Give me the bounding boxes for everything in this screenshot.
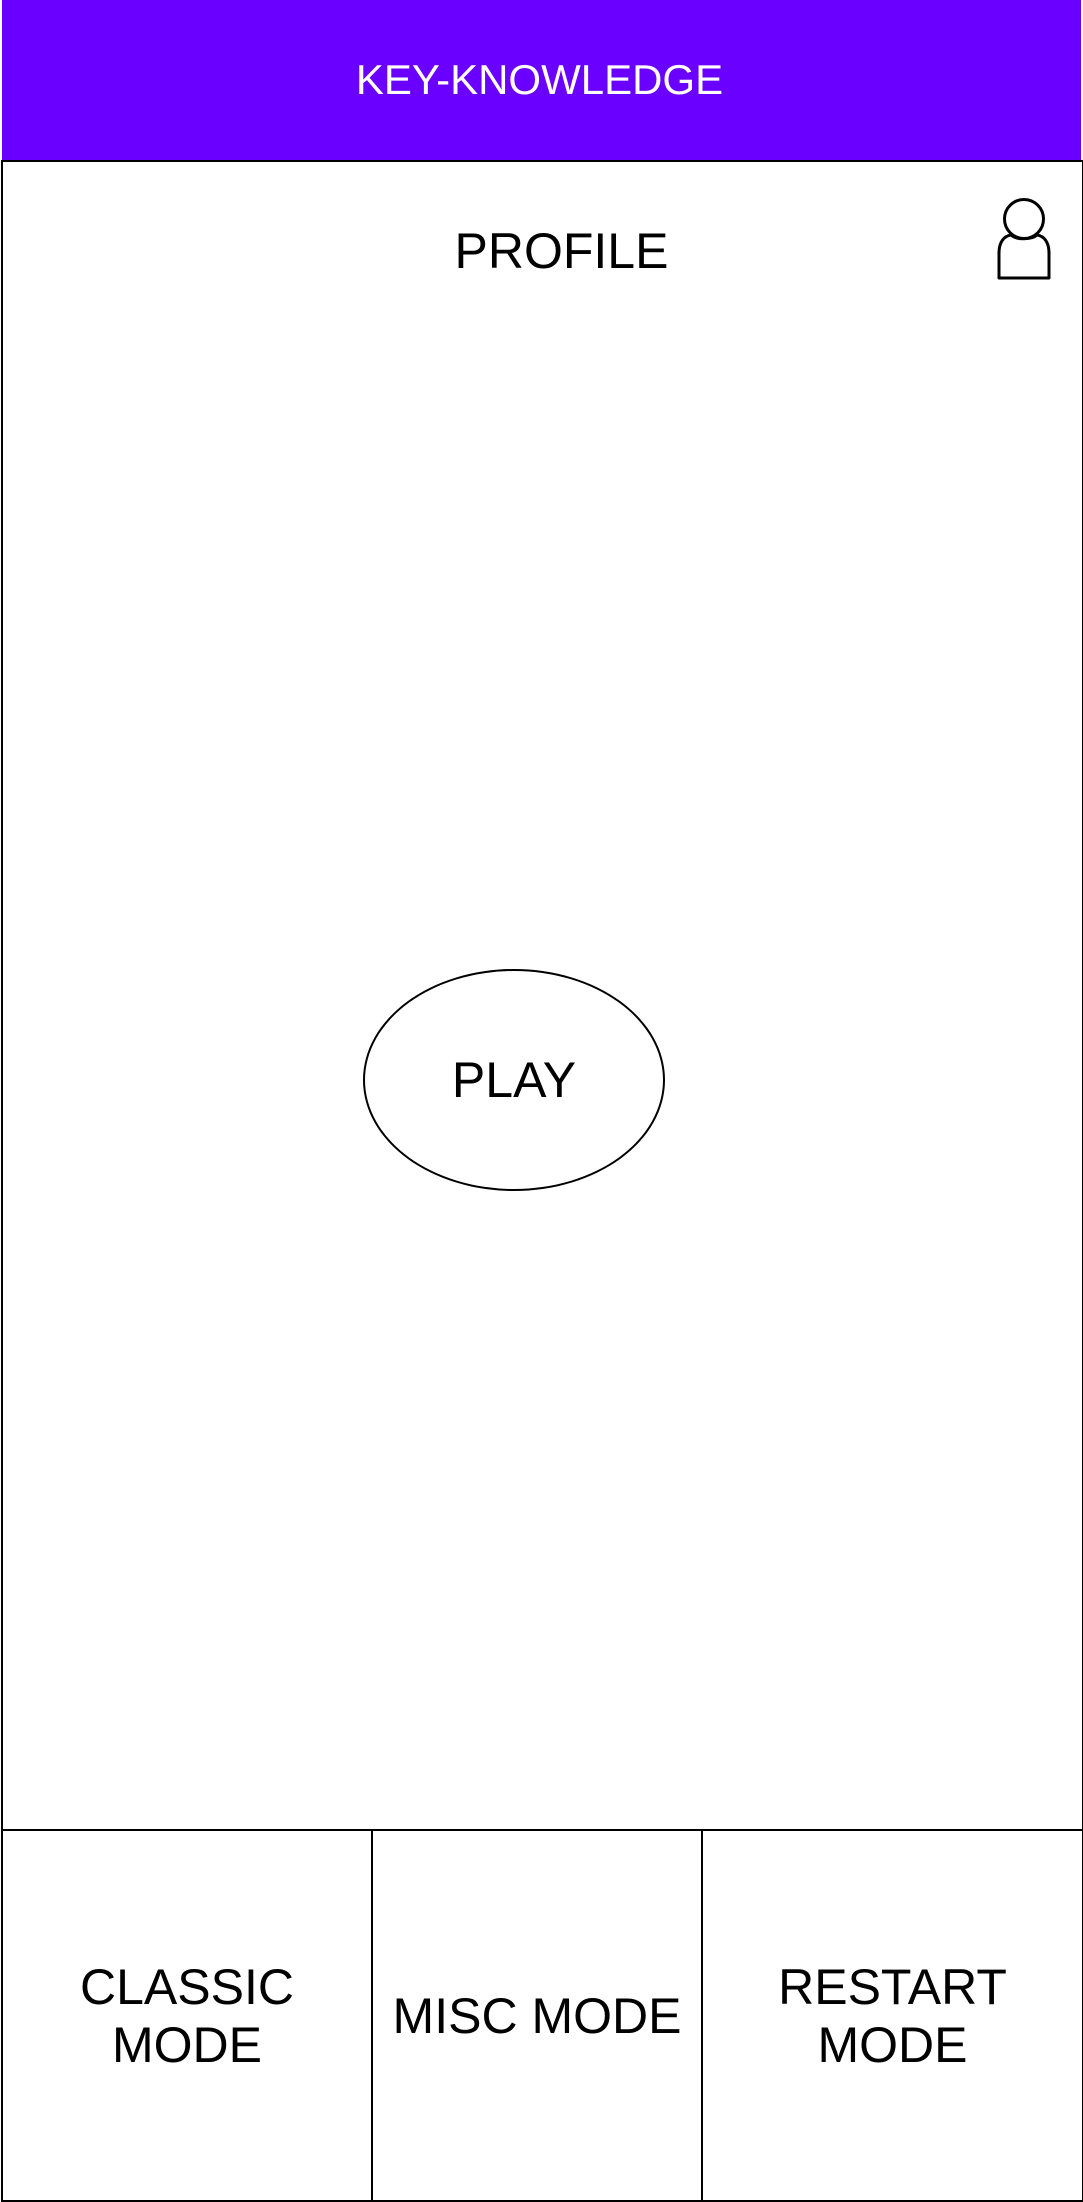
app-title: KEY-KNOWLEDGE — [355, 56, 724, 103]
classic-mode-label-line1: CLASSIC — [80, 1958, 294, 2015]
bottom-mode-nav: CLASSIC MODE MISC MODE RESTART MODE — [1, 1829, 1083, 2202]
app-header: KEY-KNOWLEDGE — [2, 0, 1081, 160]
profile-bar[interactable]: PROFILE — [1, 160, 1083, 342]
user-profile-icon[interactable] — [996, 198, 1052, 280]
profile-title: PROFILE — [454, 223, 669, 279]
main-content: PLAY — [1, 340, 1083, 1830]
restart-mode-label-line2: MODE — [817, 2016, 968, 2073]
classic-mode-button[interactable]: CLASSIC MODE — [3, 1831, 373, 2200]
restart-mode-button[interactable]: RESTART MODE — [703, 1831, 1082, 2200]
misc-mode-label: MISC MODE — [392, 1987, 682, 2044]
app-screen: KEY-KNOWLEDGE PROFILE PLAY CLASSIC MODE … — [0, 0, 1083, 2202]
misc-mode-button[interactable]: MISC MODE — [373, 1831, 703, 2200]
restart-mode-label-line1: RESTART — [778, 1958, 1007, 2015]
play-label: PLAY — [451, 1052, 577, 1108]
classic-mode-label-line2: MODE — [112, 2016, 262, 2073]
play-button[interactable]: PLAY — [363, 969, 665, 1191]
